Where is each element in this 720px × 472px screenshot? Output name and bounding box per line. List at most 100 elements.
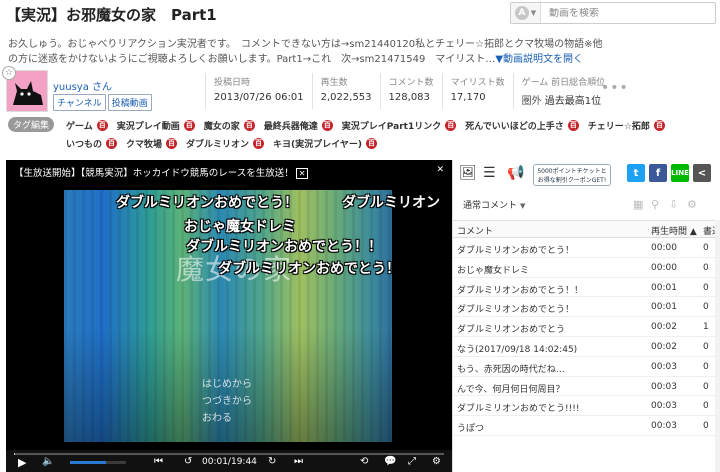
player-announcement[interactable]: 【生放送開始】【競馬実況】ホッカイドウ競馬のレースを生放送！ ✕ — [14, 165, 309, 179]
video-description: お久しゅう。おじゃべりリアクション実況者です。 コメントできない方は→sm214… — [8, 37, 708, 67]
search-mode-select[interactable]: A ▼ — [511, 3, 541, 23]
megaphone-icon[interactable]: 📢 — [507, 165, 524, 181]
game-menu-continue: つづきから — [202, 396, 252, 407]
search-input[interactable] — [541, 7, 711, 19]
playlist-add-icon[interactable]: ☰ — [483, 165, 496, 181]
comment-toggle-icon[interactable]: 💬 — [384, 456, 396, 467]
play-icon[interactable]: ▶ — [18, 456, 26, 469]
tag-item[interactable]: ダブルミリオン百 — [186, 135, 265, 151]
comment-table-header: コメント 再生時間 ▲ 書込 — [453, 220, 720, 238]
comment-date: 0 — [703, 361, 709, 372]
tag-item[interactable]: チェリー☆拓郎百 — [588, 117, 665, 133]
tag-item[interactable]: ゲーム百 — [66, 117, 108, 133]
uploader-name[interactable]: yuusya さん — [53, 78, 112, 93]
dictionary-icon[interactable]: 百 — [183, 119, 195, 131]
scrollbar[interactable] — [715, 220, 720, 472]
fullscreen-icon[interactable]: ⤢ — [408, 456, 416, 467]
volume-slider[interactable] — [70, 461, 126, 464]
comment-text: ダブルミリオンおめでとう！！ — [457, 285, 584, 296]
dictionary-icon[interactable]: 百 — [366, 137, 378, 149]
dictionary-icon[interactable]: 百 — [653, 119, 665, 131]
dictionary-icon[interactable]: 百 — [445, 119, 457, 131]
comment-row[interactable]: ダブルミリオンおめでとう!!!! 00:03 0 — [453, 396, 720, 417]
tag-item[interactable]: 実況プレイ動画百 — [117, 117, 195, 133]
uploader-channel-link[interactable]: チャンネル — [53, 94, 106, 111]
twitter-icon[interactable]: t — [627, 164, 645, 182]
skip-back-icon[interactable]: ⏮ — [154, 456, 163, 467]
facebook-icon[interactable]: f — [649, 164, 667, 182]
forward-10-icon[interactable]: ↻ — [268, 456, 276, 467]
dictionary-icon[interactable]: 百 — [106, 137, 118, 149]
nicoad-banner[interactable]: 5000ポイントチケットと お得な割引クーポンGET! — [533, 164, 611, 186]
comment-date: 0 — [703, 282, 709, 293]
comment-time: 00:03 — [651, 361, 677, 372]
stat-mylists: マイリスト数 17,170 — [441, 73, 513, 109]
scroll-lock-icon[interactable]: ⇩ — [669, 198, 678, 211]
tag-item[interactable]: 魔女の家百 — [204, 117, 255, 133]
search-mode-icon: A — [514, 6, 529, 20]
comment-row[interactable]: ダブルミリオンおめでとう！！ 00:01 0 — [453, 278, 720, 298]
dictionary-icon[interactable]: 百 — [243, 119, 255, 131]
dictionary-icon[interactable]: 百 — [96, 119, 108, 131]
seek-bar[interactable] — [14, 453, 444, 455]
comment-row[interactable]: んで今、何月何日何周目？ 00:03 0 — [453, 377, 720, 397]
comment-row[interactable]: おじゃ魔女ドレミ 00:00 0 — [453, 258, 720, 278]
skip-forward-icon[interactable]: ⏭ — [294, 456, 303, 467]
tag-item[interactable]: キヨ(実況プレイヤー) 百 — [273, 135, 378, 151]
more-options-icon[interactable]: ••• — [601, 80, 629, 96]
calendar-icon[interactable]: ▦ — [633, 198, 643, 211]
header-time[interactable]: 再生時間 ▲ — [651, 224, 697, 237]
image-icon[interactable]: 🖼 — [459, 165, 477, 181]
tag-item[interactable]: クマ牧場百 — [126, 135, 178, 151]
gear-icon[interactable]: ⚙ — [432, 456, 441, 467]
dictionary-icon[interactable]: 百 — [321, 119, 333, 131]
comment-date: 0 — [703, 341, 709, 352]
comment-row[interactable]: ダブルミリオンおめでとう 00:02 1 — [453, 317, 720, 337]
expand-description-link[interactable]: ▼動画説明文を開く — [495, 54, 583, 65]
tag-item[interactable]: いつもの百 — [66, 135, 118, 151]
comment-date: 0 — [703, 381, 709, 392]
comment-time: 00:03 — [651, 421, 677, 432]
tag-item[interactable]: 実況プレイPart1リンク百 — [342, 117, 457, 133]
header-comment[interactable]: コメント — [457, 224, 493, 237]
comment-row[interactable]: うぽつ 00:03 0 — [453, 416, 720, 436]
line-icon[interactable]: LINE — [671, 164, 689, 182]
comment-time: 00:01 — [651, 302, 677, 313]
volume-icon[interactable]: 🔈 — [42, 456, 54, 467]
playback-time: 00:01/19:44 — [202, 457, 257, 467]
ranking-link[interactable]: 過去最高1位 — [545, 96, 601, 107]
tag-item[interactable]: 死んでいいほどの上手さ百 — [465, 117, 579, 133]
rewind-10-icon[interactable]: ↺ — [184, 456, 192, 467]
video-player[interactable]: 【生放送開始】【競馬実況】ホッカイドウ競馬のレースを生放送！ ✕ ✕ 魔女の家 は… — [6, 160, 452, 472]
tag-edit-button[interactable]: タグ編集 — [8, 117, 54, 132]
comment-time: 00:03 — [651, 401, 677, 412]
dictionary-icon[interactable]: 百 — [567, 119, 579, 131]
flowing-comment: ダブルミリオンおめでとう！！ — [186, 239, 382, 255]
close-icon[interactable]: ✕ — [436, 165, 444, 175]
comment-date: 0 — [703, 302, 709, 313]
tag-item[interactable]: 最終兵器俺達百 — [264, 117, 333, 133]
comment-date: 0 — [703, 262, 709, 273]
comment-mode-select[interactable]: 通常コメント ▼ — [463, 198, 525, 211]
comment-text: もう、赤死因の時代だね… — [457, 364, 565, 375]
share-icon[interactable]: < — [693, 164, 711, 182]
panel-settings-icon[interactable]: ⚙ — [687, 198, 697, 211]
repeat-icon[interactable]: ⟲ — [360, 456, 368, 467]
dictionary-icon[interactable]: 百 — [253, 137, 265, 149]
follow-icon[interactable]: ☆ — [2, 66, 16, 80]
comment-date: 0 — [703, 401, 709, 412]
comment-row[interactable]: もう、赤死因の時代だね… 00:03 0 — [453, 357, 720, 377]
comment-row[interactable]: ダブルミリオンおめでとう！ 00:00 0 — [453, 238, 720, 258]
comment-row[interactable]: なう(2017/09/18 14:02:45) 00:02 0 — [453, 337, 720, 357]
video-stats: 投稿日時 2013/07/26 06:01 再生数 2,022,553 コメント… — [205, 73, 613, 109]
stat-comments: コメント数 128,083 — [379, 73, 442, 109]
search-box: A ▼ — [510, 2, 716, 24]
uploader-videos-link[interactable]: 投稿動画 — [107, 94, 152, 111]
comment-date: 0 — [703, 421, 709, 432]
comment-list: ダブルミリオンおめでとう！ 00:00 0 おじゃ魔女ドレミ 00:00 0 ダブルミリオン… — [453, 238, 720, 436]
comment-date: 0 — [703, 243, 709, 253]
comment-row[interactable]: ダブルミリオンおめでとう！ 00:01 0 — [453, 297, 720, 318]
dictionary-icon[interactable]: 百 — [166, 137, 178, 149]
description-line-1: お久しゅう。おじゃべりリアクション実況者です。 コメントできない方は→sm214… — [8, 39, 603, 50]
filter-icon[interactable]: ⚲ — [651, 198, 659, 211]
